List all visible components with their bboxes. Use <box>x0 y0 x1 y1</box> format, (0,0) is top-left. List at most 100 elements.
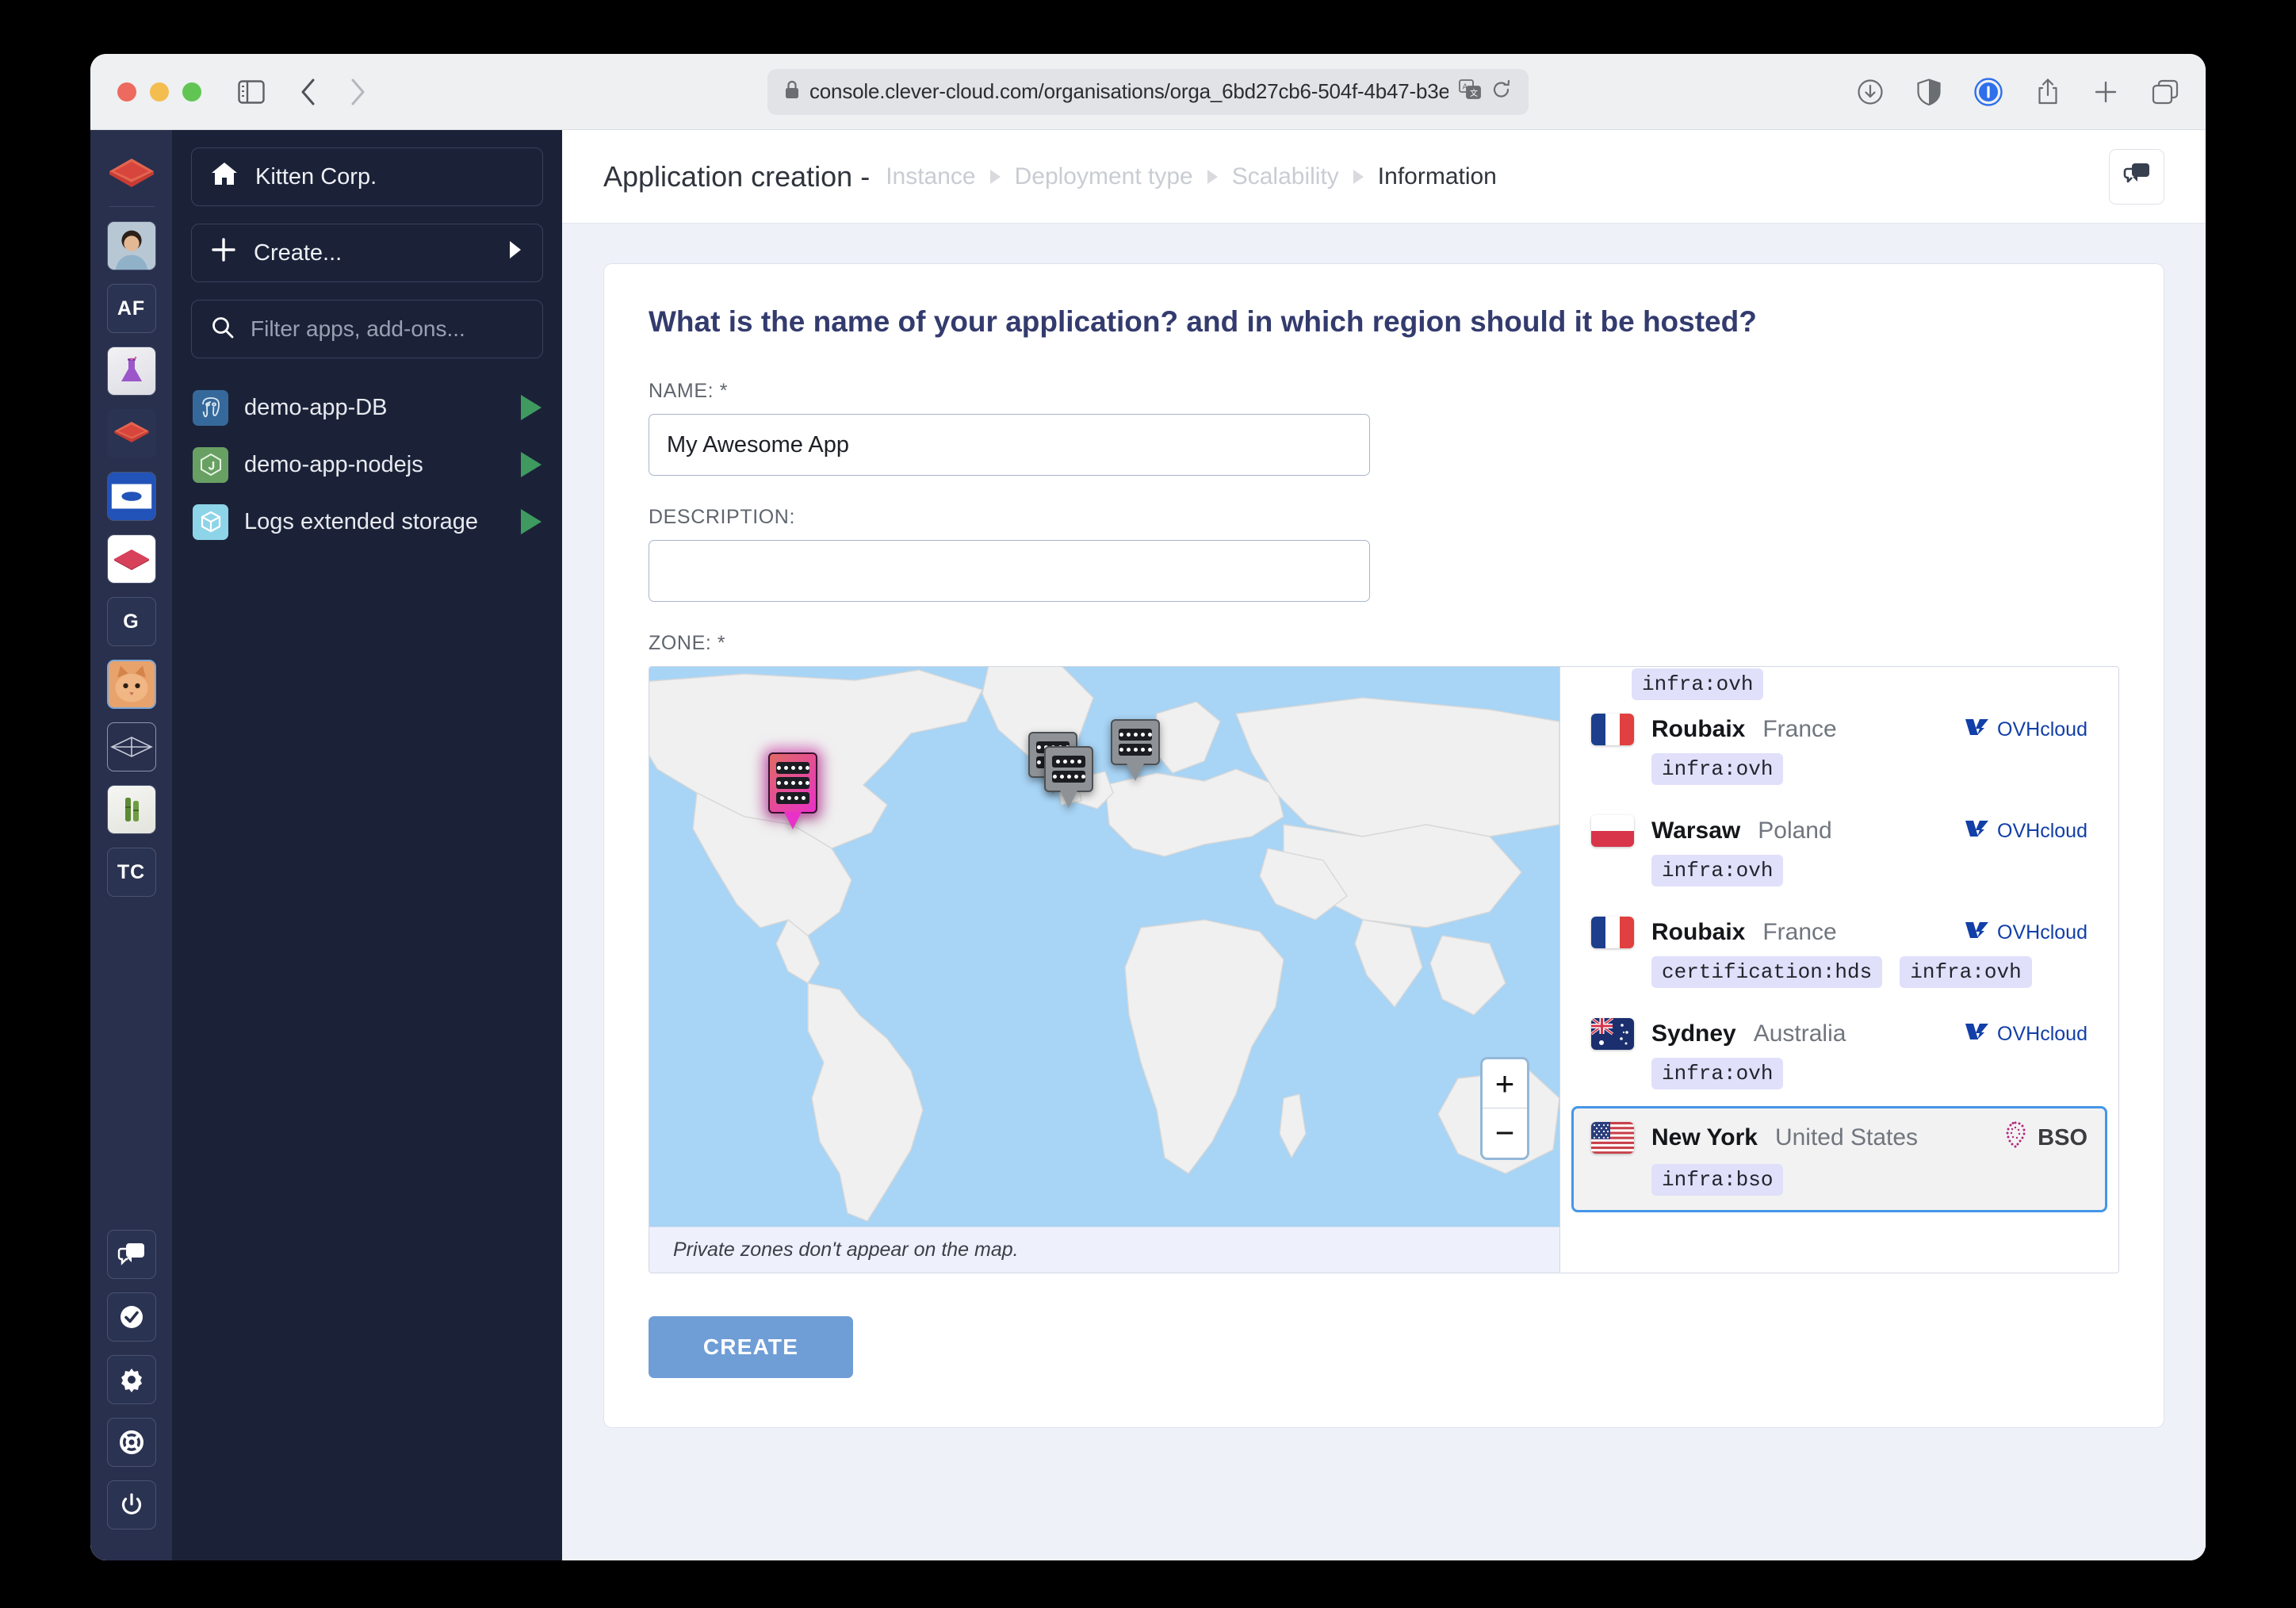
sidebar-item-avatar-photo[interactable] <box>106 221 156 270</box>
bso-logo-icon <box>1999 1120 2031 1156</box>
plus-icon <box>211 237 236 269</box>
list-item[interactable]: Logs extended storage <box>191 493 543 550</box>
list-item[interactable]: demo-app-DB <box>191 379 543 436</box>
breadcrumb-step-deployment-type[interactable]: Deployment type <box>1015 163 1193 190</box>
marker-europe-3[interactable] <box>1111 719 1160 781</box>
zone-country: France <box>1762 716 1837 742</box>
home-icon <box>211 161 238 193</box>
zoom-in-button[interactable]: + <box>1483 1059 1527 1108</box>
zone-item-warsaw[interactable]: Warsaw Poland OVHcloud infra:ovh <box>1571 802 2107 903</box>
chevron-right-icon <box>989 169 1001 184</box>
description-field-label: DESCRIPTION: <box>649 506 795 528</box>
sidebar-item-org-af[interactable]: AF <box>106 284 156 333</box>
support-chat-button[interactable] <box>2109 148 2164 205</box>
translate-icon[interactable]: A 文 <box>1459 79 1481 104</box>
zone-city: Sydney <box>1651 1020 1736 1047</box>
sidebar-item-org-diamond[interactable] <box>106 722 156 771</box>
provider-label: OVHcloud <box>1997 718 2087 741</box>
zone-tag: infra:ovh <box>1651 1058 1784 1089</box>
zone-item-sydney[interactable]: Sydney Australia OVHcloud infra:ovh <box>1571 1005 2107 1106</box>
create-application-button[interactable]: CREATE <box>649 1316 853 1378</box>
search-input[interactable] <box>251 316 523 342</box>
world-map-svg <box>649 667 1559 1227</box>
world-map[interactable]: + − <box>649 667 1559 1227</box>
ovhcloud-logo-icon <box>1964 1021 1991 1047</box>
sidebar-item-org-clever[interactable] <box>106 409 156 458</box>
list-item[interactable]: demo-app-nodejs <box>191 436 543 493</box>
minimize-window-button[interactable] <box>150 82 169 101</box>
zone-item-new-york[interactable]: New York United States BSO infra:bso <box>1571 1106 2107 1212</box>
zone-tags: certification:hds infra:ovh <box>1651 956 2087 988</box>
tab-overview-icon[interactable] <box>2152 79 2179 105</box>
flag-fr-icon <box>1591 714 1634 745</box>
sidebar-item-org-kitten[interactable] <box>106 660 156 709</box>
flag-au-icon <box>1591 1018 1634 1050</box>
server-rack-icon <box>1044 746 1093 792</box>
application-creation-card: What is the name of your application? an… <box>603 263 2164 1428</box>
name-input[interactable] <box>649 414 1370 476</box>
lifebuoy-icon[interactable] <box>106 1418 156 1467</box>
search-icon <box>211 316 235 343</box>
provider-bso: BSO <box>1999 1120 2087 1156</box>
back-icon[interactable] <box>300 78 317 106</box>
app-name-label: demo-app-DB <box>244 394 388 420</box>
sidebar-item-org-white[interactable] <box>106 534 156 584</box>
sidebar-icon[interactable] <box>238 79 265 104</box>
reload-icon[interactable] <box>1492 79 1511 104</box>
forward-icon[interactable] <box>349 78 366 106</box>
downloads-icon[interactable] <box>1857 78 1884 105</box>
app-sidebar: Kitten Corp. Create... Filter apps, add-… <box>172 130 562 1560</box>
new-tab-icon[interactable] <box>2093 79 2118 105</box>
org-g-label: G <box>123 610 140 633</box>
page-content: What is the name of your application? an… <box>562 224 2206 1468</box>
breadcrumb-step-scalability[interactable]: Scalability <box>1232 163 1339 190</box>
description-input[interactable] <box>649 540 1370 602</box>
status-check-icon[interactable] <box>106 1292 156 1342</box>
shield-icon[interactable] <box>1917 78 1941 105</box>
close-window-button[interactable] <box>117 82 136 101</box>
share-icon[interactable] <box>2036 78 2060 106</box>
map-note: Private zones don't appear on the map. <box>649 1227 1559 1273</box>
zone-header: New York United States BSO <box>1591 1120 2087 1156</box>
browser-toolbar-right <box>1857 77 2179 106</box>
sidebar-item-org-blue[interactable] <box>106 472 156 521</box>
deploy-play-icon[interactable] <box>521 452 541 477</box>
sidebar-item-org-g[interactable]: G <box>106 597 156 646</box>
breadcrumb-step-information[interactable]: Information <box>1378 163 1497 190</box>
onepassword-icon[interactable] <box>1974 77 2003 106</box>
address-bar[interactable]: console.clever-cloud.com/organisations/o… <box>767 68 1529 115</box>
chat-icon[interactable] <box>106 1230 156 1279</box>
zone-tag: infra:ovh <box>1651 855 1784 886</box>
provider-label: OVHcloud <box>1997 921 2087 944</box>
zone-item-roubaix-2[interactable]: Roubaix France OVHcloud certification:hd… <box>1571 903 2107 1005</box>
zone-tags: infra:ovh <box>1651 753 2087 785</box>
sidebar-item-org-flask[interactable] <box>106 346 156 396</box>
organisation-rail: AF G TC <box>90 130 172 1560</box>
org-home-button[interactable]: Kitten Corp. <box>191 147 543 206</box>
zone-item-roubaix-1[interactable]: Roubaix France OVHcloud infra:ovh <box>1571 700 2107 802</box>
filter-field[interactable] <box>191 300 543 358</box>
marker-europe-2[interactable] <box>1044 746 1093 808</box>
zone-selector: + − Private zones don't appear on the ma… <box>649 666 2119 1273</box>
power-icon[interactable] <box>106 1480 156 1530</box>
page-title: Application creation - <box>603 159 871 193</box>
address-bar-container: console.clever-cloud.com/organisations/o… <box>767 68 1529 115</box>
flag-us-icon <box>1591 1122 1634 1154</box>
marker-tail <box>1060 791 1077 808</box>
sidebar-item-org-bamboo[interactable] <box>106 785 156 834</box>
deploy-play-icon[interactable] <box>521 509 541 534</box>
zone-tags: infra:bso <box>1651 1164 2087 1196</box>
breadcrumb-step-instance[interactable]: Instance <box>886 163 975 190</box>
create-button[interactable]: Create... <box>191 224 543 282</box>
maximize-window-button[interactable] <box>182 82 201 101</box>
clever-cloud-logo-icon[interactable] <box>108 155 155 193</box>
zone-list[interactable]: infra:ovh Roubaix France OVHcloud infra:… <box>1559 667 2118 1273</box>
gear-icon[interactable] <box>106 1355 156 1404</box>
chevron-right-icon <box>1207 169 1218 184</box>
deploy-play-icon[interactable] <box>521 395 541 420</box>
sidebar-item-org-tc[interactable]: TC <box>106 848 156 897</box>
page-header: Application creation - Instance Deployme… <box>562 130 2206 224</box>
server-rack-icon <box>768 752 817 814</box>
zoom-out-button[interactable]: − <box>1483 1108 1527 1158</box>
marker-new-york[interactable] <box>768 752 817 829</box>
